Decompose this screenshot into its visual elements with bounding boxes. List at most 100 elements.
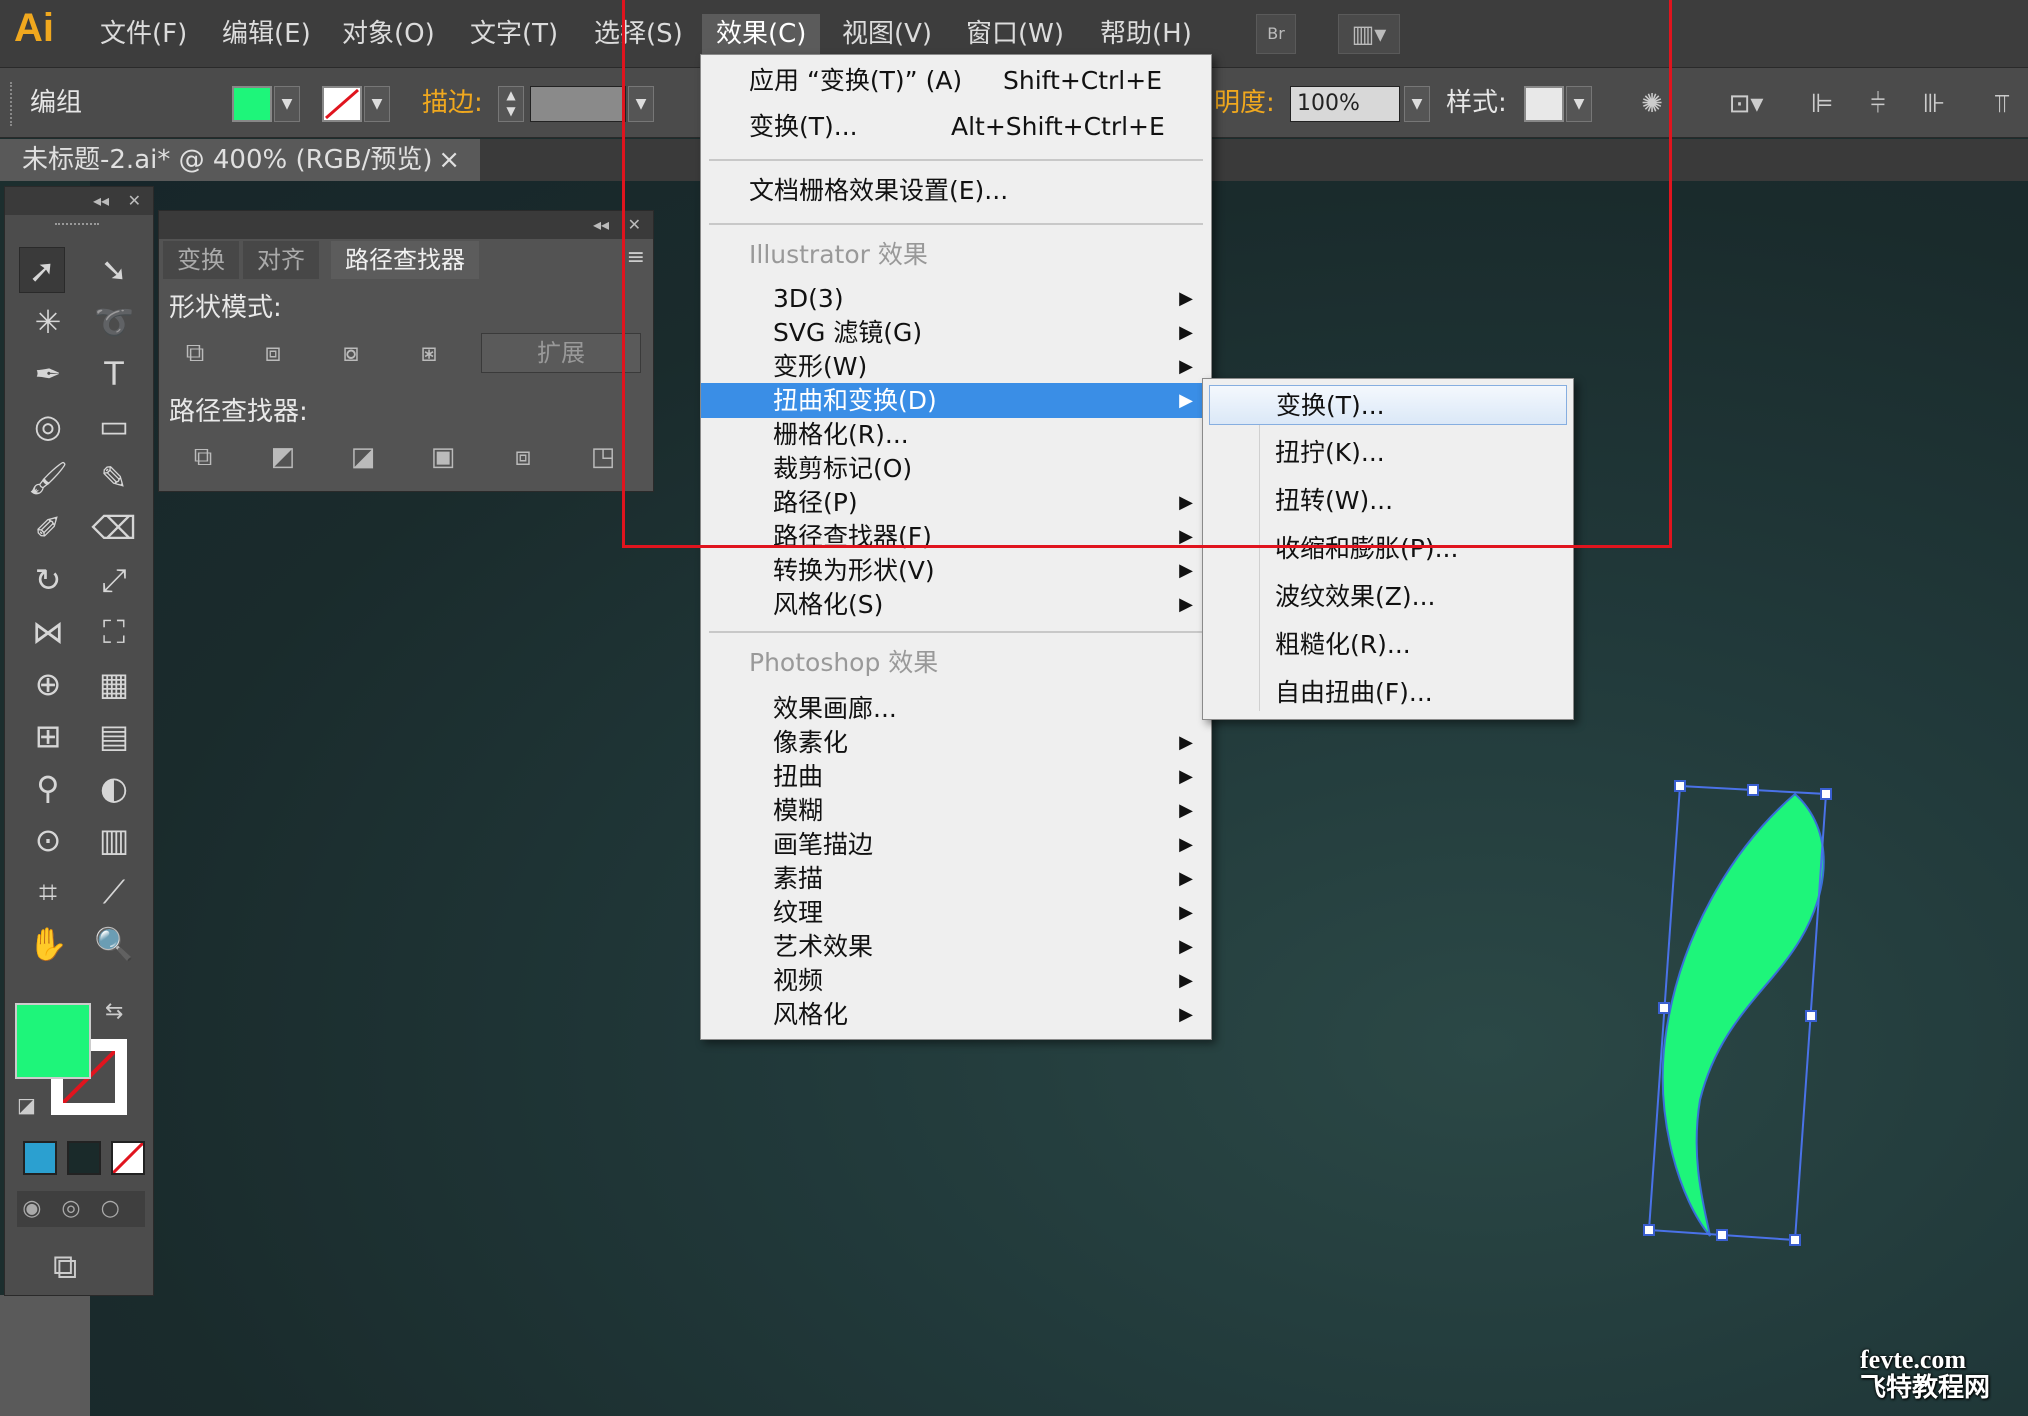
- pencil-tool-icon[interactable]: ✎: [91, 455, 137, 501]
- perspective-grid-tool-icon[interactable]: ▦: [91, 661, 137, 707]
- direct-selection-tool-icon[interactable]: ➘: [91, 247, 137, 293]
- pathfinder-panel: ◂◂ ✕ 变换 对齐 路径查找器 ≡ 形状模式: ⧉ ⧈ ⧇ ⧆ 扩展 路径查找…: [158, 210, 654, 492]
- trim-icon[interactable]: ◩: [265, 439, 301, 475]
- zoom-tool-icon[interactable]: 🔍: [91, 921, 137, 967]
- menu-type[interactable]: 文字(T): [456, 14, 572, 54]
- fill-dropdown-icon[interactable]: ▼: [274, 86, 300, 122]
- rectangle-tool-icon[interactable]: ▭: [91, 403, 137, 449]
- eyedropper-tool-icon[interactable]: ⚲: [25, 765, 71, 811]
- stroke-weight-field[interactable]: [530, 86, 626, 122]
- menu-item-sketch[interactable]: 素描 ▶: [701, 861, 1211, 896]
- color-mode-icon[interactable]: [23, 1141, 57, 1175]
- hand-tool-icon[interactable]: ✋: [25, 921, 71, 967]
- fill-color-box[interactable]: [15, 1003, 91, 1079]
- menu-file[interactable]: 文件(F): [86, 14, 201, 54]
- app-logo: Ai: [14, 6, 54, 50]
- tools-panel: ◂◂ ✕ ➚ ➘ ✳ ➰ ✒ T ◎ ▭ 🖌 ✎ ✐ ⌫ ↻ ⤢ ⋈ ⛶ ⊕ ▦…: [4, 186, 154, 1296]
- magic-wand-tool-icon[interactable]: ✳: [25, 299, 71, 345]
- scale-tool-icon[interactable]: ⤢: [91, 557, 137, 603]
- align-to-icon[interactable]: ⊡▾: [1718, 84, 1774, 124]
- grip-handle[interactable]: [55, 223, 99, 227]
- eraser-tool-icon[interactable]: ⌫: [91, 505, 137, 551]
- submenu-arrow-icon: ▶: [1179, 936, 1193, 957]
- outline-icon[interactable]: ⧈: [505, 439, 541, 475]
- rotate-tool-icon[interactable]: ↻: [25, 557, 71, 603]
- intersect-icon[interactable]: ⧇: [333, 335, 369, 371]
- spiral-tool-icon[interactable]: ◎: [25, 403, 71, 449]
- menu-item-distort[interactable]: 扭曲 ▶: [701, 759, 1211, 794]
- divide-icon[interactable]: ⧉: [185, 439, 221, 475]
- menu-item-texture[interactable]: 纹理 ▶: [701, 895, 1211, 930]
- close-icon[interactable]: ×: [438, 139, 460, 181]
- close-icon[interactable]: ✕: [128, 187, 141, 215]
- lasso-tool-icon[interactable]: ➰: [91, 299, 137, 345]
- fill-swatch[interactable]: [232, 86, 272, 122]
- selection-tool-icon[interactable]: ➚: [19, 247, 65, 293]
- gradient-mode-icon[interactable]: [67, 1141, 101, 1175]
- paintbrush-tool-icon[interactable]: 🖌: [25, 455, 71, 501]
- document-title: 未标题-2.ai* @ 400% (RGB/预览): [22, 145, 433, 175]
- menu-item-pixelate[interactable]: 像素化 ▶: [701, 725, 1211, 760]
- document-tab[interactable]: 未标题-2.ai* @ 400% (RGB/预览) ×: [0, 139, 480, 181]
- menu-item-video[interactable]: 视频 ▶: [701, 963, 1211, 998]
- column-graph-tool-icon[interactable]: ▥: [91, 817, 137, 863]
- menu-item-stylize-illustrator[interactable]: 风格化(S) ▶: [701, 587, 1211, 622]
- menu-item-stylize-photoshop[interactable]: 风格化 ▶: [701, 997, 1211, 1032]
- pathfinder-label: 路径查找器:: [169, 397, 308, 427]
- expand-button[interactable]: 扩展: [481, 333, 641, 373]
- tab-align[interactable]: 对齐: [243, 241, 319, 279]
- minus-back-icon[interactable]: ◳: [585, 439, 621, 475]
- watermark-line2: 飞特教程网: [1860, 1373, 1991, 1402]
- stroke-weight-stepper[interactable]: ▲ ▼: [498, 86, 524, 122]
- minus-front-icon[interactable]: ⧈: [255, 335, 291, 371]
- drawing-modes-icon[interactable]: ◉◎○: [17, 1191, 145, 1227]
- collapse-icon[interactable]: ◂◂: [93, 187, 109, 215]
- merge-icon[interactable]: ◪: [345, 439, 381, 475]
- stroke-label[interactable]: 描边:: [422, 68, 483, 138]
- blend-tool-icon[interactable]: ◐: [91, 765, 137, 811]
- tab-pathfinder[interactable]: 路径查找器: [331, 241, 479, 279]
- menu-item-effect-gallery[interactable]: 效果画廊...: [701, 691, 1211, 726]
- unite-icon[interactable]: ⧉: [177, 335, 213, 371]
- align-center-icon[interactable]: ⫩: [1858, 84, 1898, 124]
- align-left-icon[interactable]: ⊫: [1802, 84, 1842, 124]
- crop-icon[interactable]: ▣: [425, 439, 461, 475]
- shape-builder-tool-icon[interactable]: ⊕: [25, 661, 71, 707]
- type-tool-icon[interactable]: T: [91, 351, 137, 397]
- none-mode-icon[interactable]: [111, 1141, 145, 1175]
- menu-item-brush-strokes[interactable]: 画笔描边 ▶: [701, 827, 1211, 862]
- free-transform-tool-icon[interactable]: ⛶: [91, 609, 137, 655]
- blob-brush-tool-icon[interactable]: ✐: [25, 505, 71, 551]
- submenu-arrow-icon: ▶: [1179, 868, 1193, 889]
- submenu-arrow-icon: ▶: [1179, 970, 1193, 991]
- artboard-tool-icon[interactable]: ⌗: [25, 869, 71, 915]
- exclude-icon[interactable]: ⧆: [411, 335, 447, 371]
- submenu-arrow-icon: ▶: [1179, 560, 1193, 581]
- swap-colors-icon[interactable]: ⇆: [105, 999, 123, 1024]
- symbol-sprayer-tool-icon[interactable]: ⊙: [25, 817, 71, 863]
- menu-item-convert-to-shape[interactable]: 转换为形状(V) ▶: [701, 553, 1211, 588]
- align-right-icon[interactable]: ⊪: [1914, 84, 1954, 124]
- stroke-dropdown-icon[interactable]: ▼: [364, 86, 390, 122]
- align-top-icon[interactable]: ⫪: [1982, 84, 2022, 124]
- default-colors-icon[interactable]: ◪: [17, 1093, 36, 1117]
- tab-transform[interactable]: 变换: [163, 241, 239, 279]
- menu-edit[interactable]: 编辑(E): [208, 14, 325, 54]
- menu-object[interactable]: 对象(O): [328, 14, 449, 54]
- submenu-item-zig-zag[interactable]: 波纹效果(Z)...: [1203, 577, 1573, 617]
- collapse-icon[interactable]: ◂◂: [593, 211, 609, 239]
- pen-tool-icon[interactable]: ✒: [25, 351, 71, 397]
- screen-mode-icon[interactable]: ⧉: [53, 1247, 77, 1287]
- menu-item-blur[interactable]: 模糊 ▶: [701, 793, 1211, 828]
- submenu-item-free-distort[interactable]: 自由扭曲(F)...: [1203, 673, 1573, 713]
- menu-item-artistic[interactable]: 艺术效果 ▶: [701, 929, 1211, 964]
- tools-panel-header[interactable]: ◂◂ ✕: [5, 187, 153, 215]
- grip-handle[interactable]: [10, 82, 16, 126]
- stroke-swatch[interactable]: [322, 86, 362, 122]
- mesh-tool-icon[interactable]: ⊞: [25, 713, 71, 759]
- panel-header[interactable]: ◂◂ ✕: [159, 211, 653, 239]
- gradient-tool-icon[interactable]: ▤: [91, 713, 137, 759]
- slice-tool-icon[interactable]: ⟋: [91, 869, 137, 915]
- width-tool-icon[interactable]: ⋈: [25, 609, 71, 655]
- submenu-item-roughen[interactable]: 粗糙化(R)...: [1203, 625, 1573, 665]
